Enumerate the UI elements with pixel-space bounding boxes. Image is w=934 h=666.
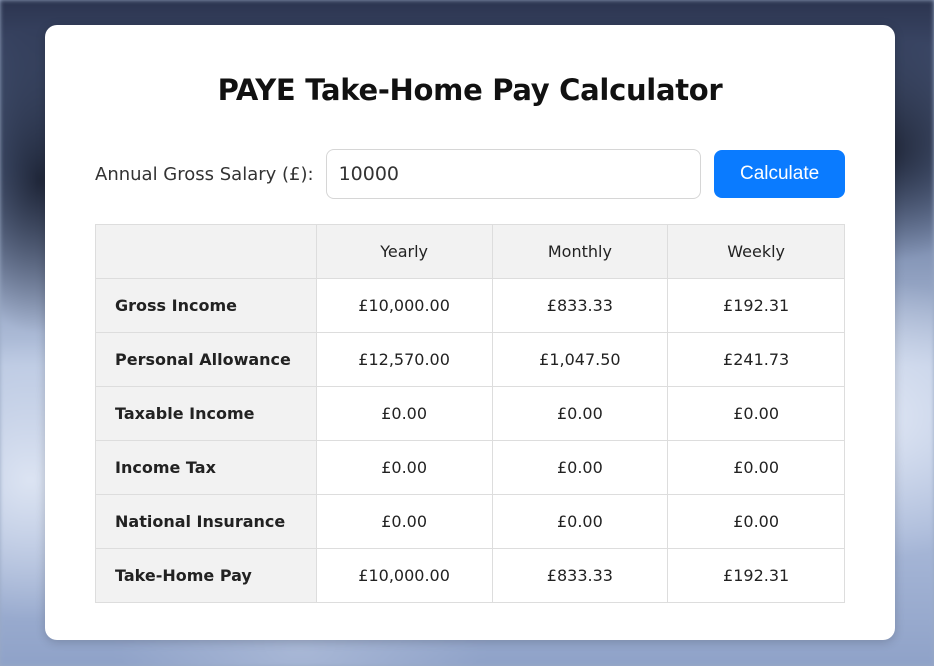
table-row: Take-Home Pay £10,000.00 £833.33 £192.31 [95,548,845,603]
table-row: Gross Income £10,000.00 £833.33 £192.31 [95,278,845,333]
cell-weekly: £192.31 [667,278,845,333]
header-monthly: Monthly [491,224,669,279]
table-row: Income Tax £0.00 £0.00 £0.00 [95,440,845,495]
page-title: PAYE Take-Home Pay Calculator [217,73,723,107]
salary-form: Annual Gross Salary (£): Calculate [95,149,845,199]
cell-weekly: £0.00 [667,386,845,441]
salary-input[interactable] [325,149,702,199]
row-label-personal-allowance: Personal Allowance [95,332,317,387]
results-table: Yearly Monthly Weekly Gross Income £10,0… [95,224,845,603]
cell-monthly: £0.00 [491,494,669,549]
row-label-take-home-pay: Take-Home Pay [95,548,317,603]
row-label-income-tax: Income Tax [95,440,317,495]
table-row: Taxable Income £0.00 £0.00 £0.00 [95,386,845,441]
cell-monthly: £833.33 [491,278,669,333]
cell-yearly: £0.00 [315,386,493,441]
table-row: National Insurance £0.00 £0.00 £0.00 [95,494,845,549]
cell-weekly: £0.00 [667,440,845,495]
header-blank [95,224,317,279]
row-label-gross-income: Gross Income [95,278,317,333]
cell-weekly: £241.73 [667,332,845,387]
calculator-card: PAYE Take-Home Pay Calculator Annual Gro… [45,25,895,640]
cell-monthly: £1,047.50 [491,332,669,387]
row-label-taxable-income: Taxable Income [95,386,317,441]
cell-weekly: £0.00 [667,494,845,549]
cell-yearly: £10,000.00 [315,548,493,603]
cell-monthly: £0.00 [491,386,669,441]
cell-yearly: £12,570.00 [315,332,493,387]
salary-label: Annual Gross Salary (£): [95,163,314,185]
header-yearly: Yearly [315,224,493,279]
table-row: Personal Allowance £12,570.00 £1,047.50 … [95,332,845,387]
calculate-button[interactable]: Calculate [714,150,845,198]
cell-yearly: £10,000.00 [315,278,493,333]
cell-yearly: £0.00 [315,494,493,549]
cell-weekly: £192.31 [667,548,845,603]
cell-monthly: £833.33 [491,548,669,603]
header-weekly: Weekly [667,224,845,279]
row-label-national-insurance: National Insurance [95,494,317,549]
table-header-row: Yearly Monthly Weekly [95,224,845,279]
cell-monthly: £0.00 [491,440,669,495]
cell-yearly: £0.00 [315,440,493,495]
